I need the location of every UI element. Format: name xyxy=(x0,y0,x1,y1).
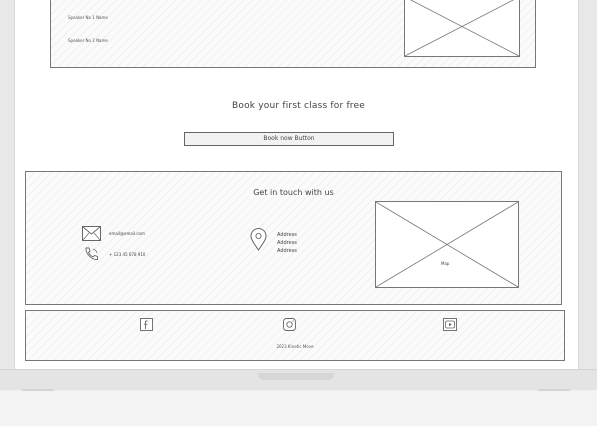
address-line-2: Address xyxy=(277,240,297,246)
speaker-name-1: Speaker No 1 Name xyxy=(68,15,108,20)
map-label: Map xyxy=(441,261,450,266)
device-notch xyxy=(258,373,334,380)
book-now-button[interactable]: Book now Button xyxy=(184,132,394,146)
speaker-image-placeholder xyxy=(404,0,520,57)
phone-icon xyxy=(84,246,99,265)
address-block: Address Address Address xyxy=(277,231,297,255)
cta-title: Book your first class for free xyxy=(232,101,365,111)
youtube-icon[interactable] xyxy=(443,316,457,335)
map-placeholder[interactable]: Map xyxy=(375,201,519,288)
instagram-icon[interactable] xyxy=(283,316,296,335)
desk-surface xyxy=(0,391,597,426)
address-line-3: Address xyxy=(277,248,297,254)
address-line-1: Address xyxy=(277,232,297,238)
facebook-icon[interactable] xyxy=(140,316,153,335)
contact-title: Get in touch with us xyxy=(253,188,334,197)
email-address[interactable]: email@email.com xyxy=(109,231,145,236)
phone-number[interactable]: + 123 45 678 910 xyxy=(109,252,145,257)
location-pin-icon xyxy=(250,228,267,255)
email-icon xyxy=(82,226,101,245)
speaker-name-2: Speaker No 2 Name xyxy=(68,38,108,43)
copyright-text: 2023 Kinetic Move xyxy=(276,344,314,349)
